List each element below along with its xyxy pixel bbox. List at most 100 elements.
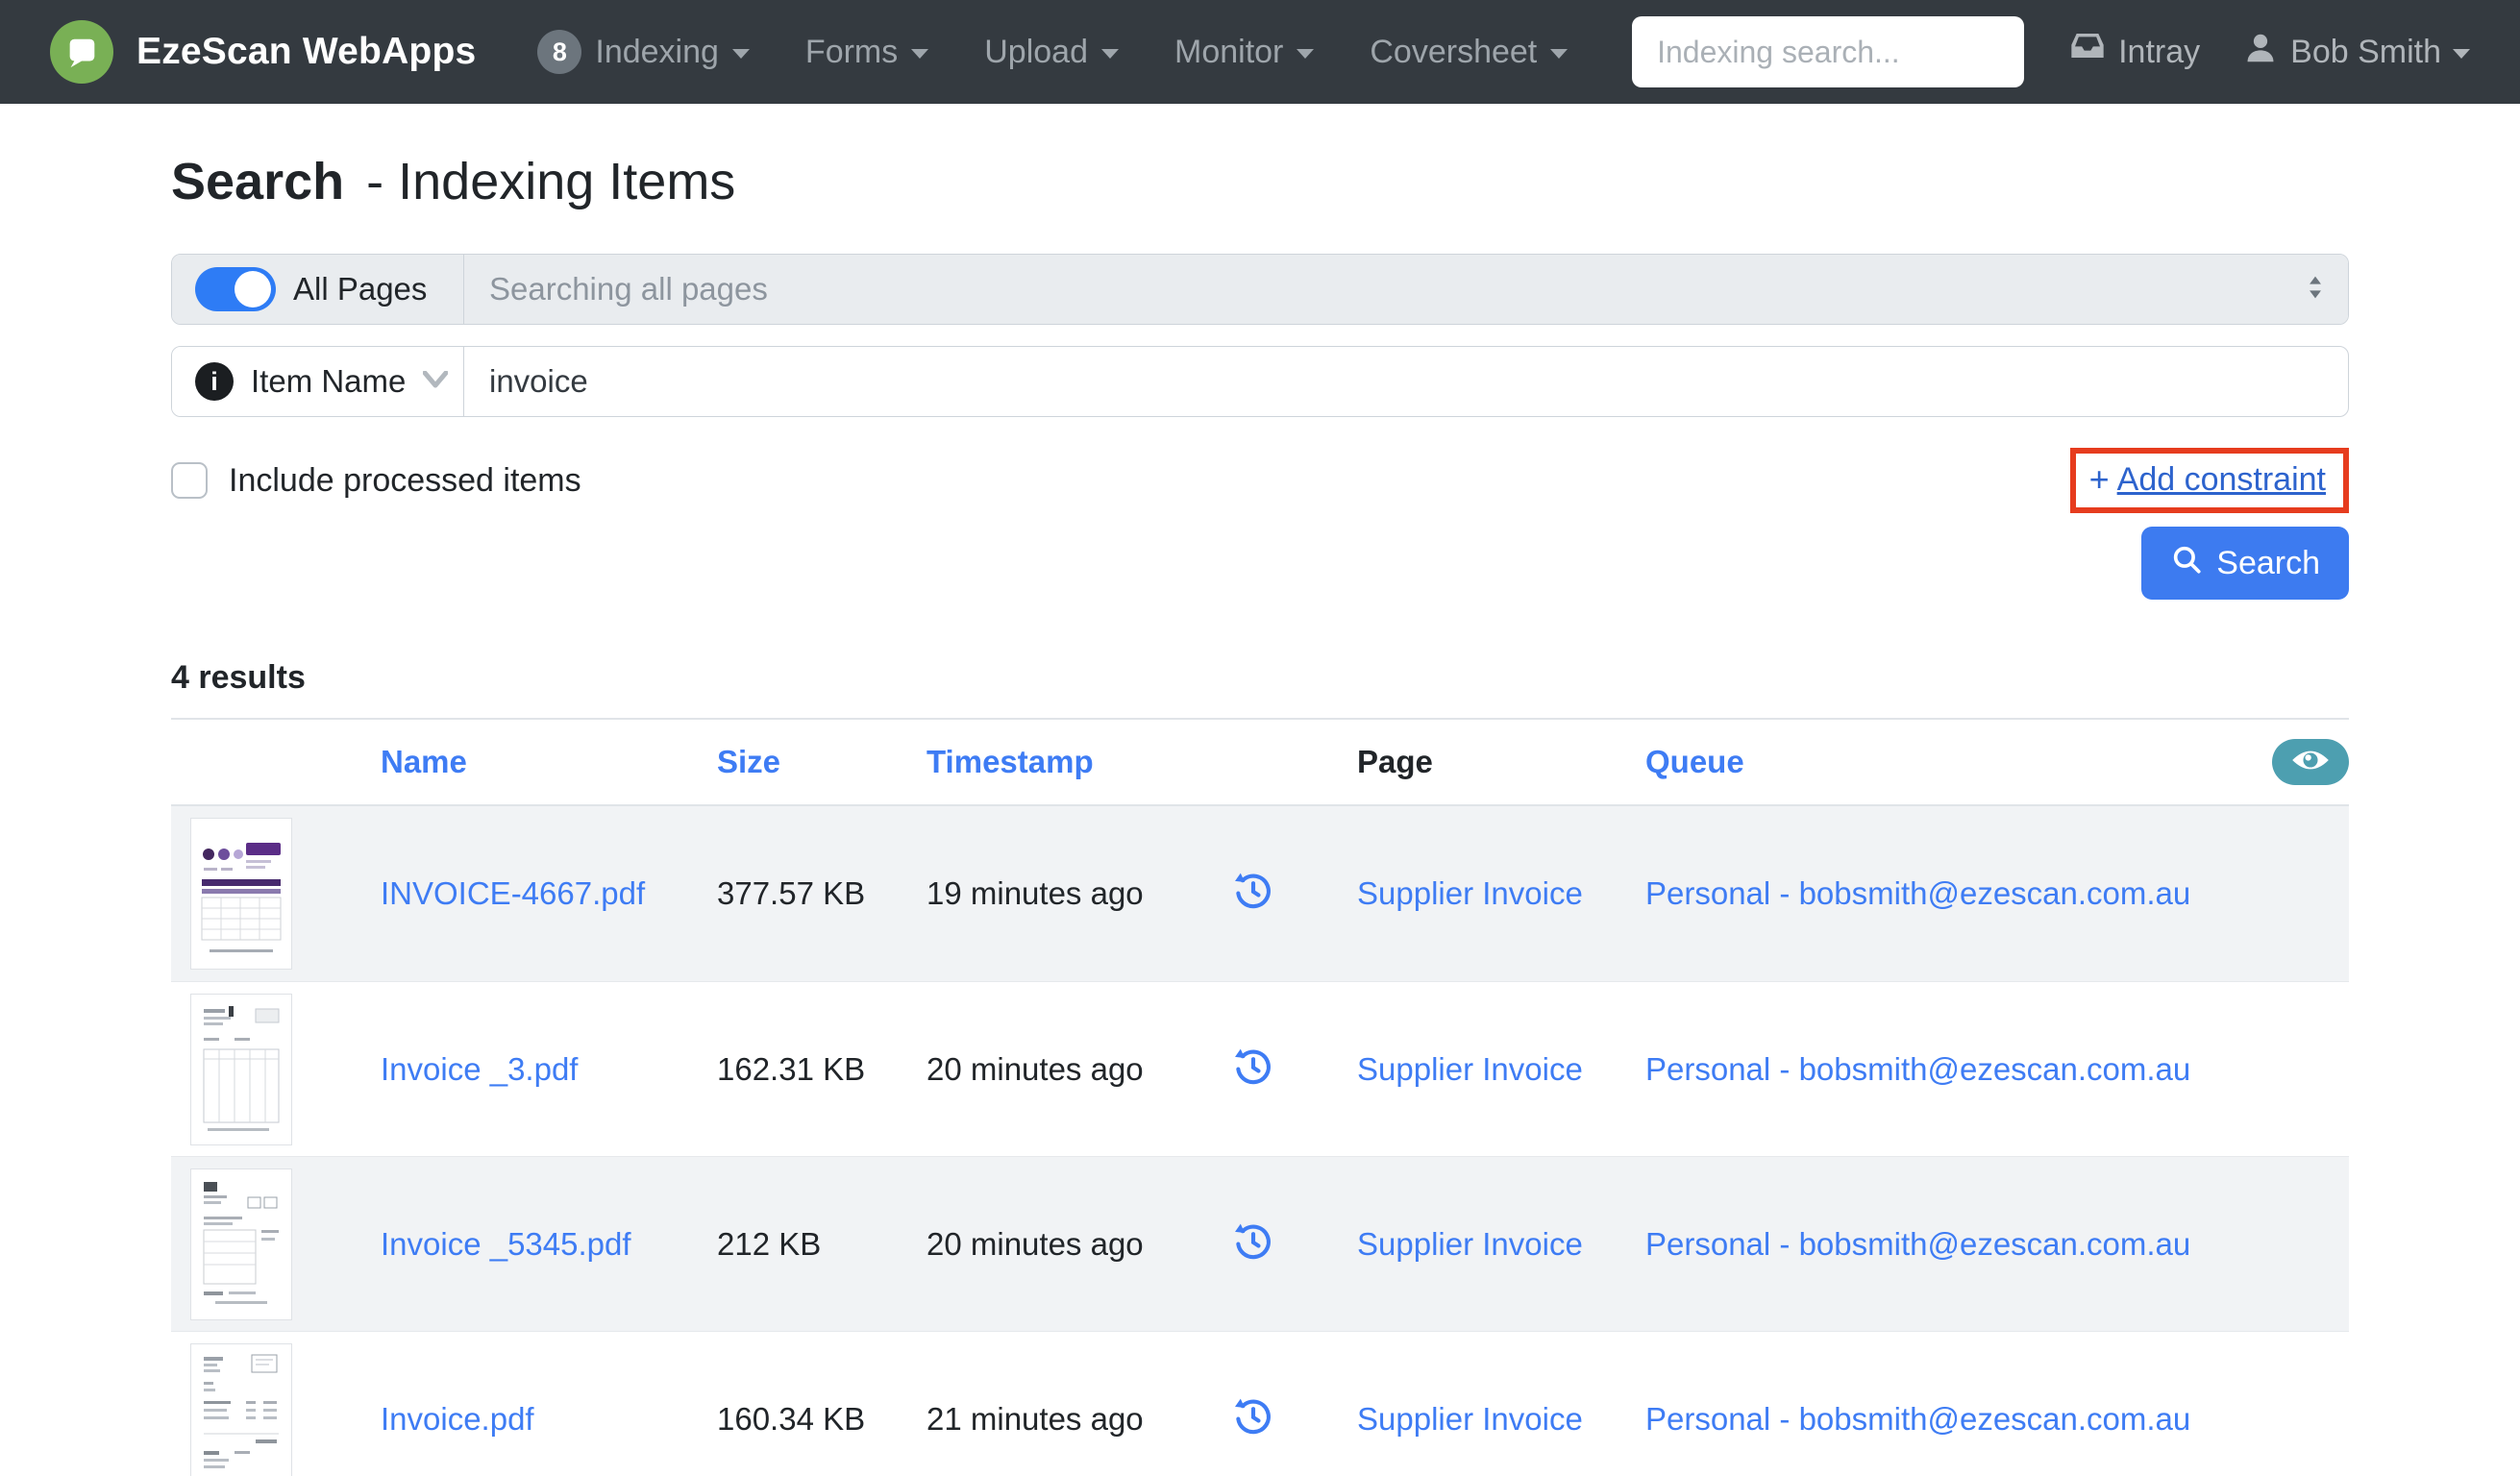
result-queue-link[interactable]: Personal - bobsmith@ezescan.com.au bbox=[1645, 1226, 2190, 1262]
include-processed-checkbox[interactable] bbox=[171, 462, 208, 499]
add-constraint-label: Add constraint bbox=[2116, 460, 2326, 498]
page-title-sub: - Indexing Items bbox=[366, 153, 736, 210]
indexing-search-input[interactable] bbox=[1632, 16, 2025, 87]
nav-item-label: Monitor bbox=[1174, 33, 1284, 70]
table-header: Name Size Timestamp Page Queue bbox=[171, 720, 2349, 806]
results-table: Name Size Timestamp Page Queue INVOICE-4… bbox=[171, 718, 2349, 1476]
result-name-link[interactable]: INVOICE-4667.pdf bbox=[381, 875, 645, 911]
page-title: Search - Indexing Items bbox=[171, 152, 2349, 211]
toggle-thumbnails-button[interactable] bbox=[2272, 739, 2349, 785]
result-queue-link[interactable]: Personal - bobsmith@ezescan.com.au bbox=[1645, 875, 2190, 911]
chevron-down-icon bbox=[731, 49, 750, 59]
chevron-down-icon bbox=[911, 49, 929, 59]
user-name: Bob Smith bbox=[2290, 33, 2441, 70]
table-row: Invoice.pdf 160.34 KB 21 minutes ago Sup… bbox=[171, 1331, 2349, 1476]
clock-history-icon[interactable] bbox=[1232, 1219, 1274, 1262]
result-name-link[interactable]: Invoice _3.pdf bbox=[381, 1051, 578, 1087]
result-timestamp: 20 minutes ago bbox=[926, 1225, 1144, 1262]
column-header-timestamp[interactable]: Timestamp bbox=[926, 744, 1232, 780]
plus-icon: + bbox=[2088, 459, 2110, 499]
brand[interactable]: EzeScan WebApps bbox=[50, 20, 476, 84]
intray-button[interactable]: Intray bbox=[2068, 29, 2200, 76]
pages-select-value: Searching all pages bbox=[489, 271, 768, 307]
nav-item-monitor[interactable]: Monitor bbox=[1174, 33, 1315, 71]
nav-item-label: Indexing bbox=[595, 33, 719, 70]
up-down-arrows-icon bbox=[2308, 275, 2323, 305]
annotation-highlight: + Add constraint bbox=[2069, 448, 2349, 513]
search-row: Search bbox=[171, 527, 2349, 600]
page-title-main: Search bbox=[171, 153, 345, 210]
all-pages-addon: All Pages bbox=[172, 255, 464, 324]
all-pages-toggle[interactable] bbox=[195, 267, 276, 311]
result-size: 212 KB bbox=[717, 1225, 822, 1262]
info-circle-icon bbox=[195, 362, 234, 401]
eye-icon bbox=[2291, 748, 2330, 777]
nav-item-label: Forms bbox=[804, 33, 899, 70]
pages-select[interactable]: Searching all pages bbox=[464, 255, 2348, 324]
inbox-icon bbox=[2068, 29, 2107, 76]
navbar: EzeScan WebApps 8 Indexing Forms Upload … bbox=[0, 0, 2520, 104]
table-body: INVOICE-4667.pdf 377.57 KB 19 minutes ag… bbox=[171, 806, 2349, 1476]
field-selector[interactable]: Item Name bbox=[172, 347, 464, 416]
result-name-link[interactable]: Invoice _5345.pdf bbox=[381, 1226, 631, 1262]
clock-history-icon[interactable] bbox=[1232, 1394, 1274, 1437]
main-nav: 8 Indexing Forms Upload Monitor Covershe… bbox=[537, 30, 1569, 74]
search-field-group: Item Name bbox=[171, 346, 2349, 417]
nav-item-upload[interactable]: Upload bbox=[984, 34, 1119, 71]
chevron-down-icon bbox=[1101, 49, 1119, 59]
toggle-knob bbox=[235, 271, 271, 308]
field-selector-label: Item Name bbox=[251, 363, 407, 399]
add-constraint-link[interactable]: + Add constraint bbox=[2089, 459, 2326, 500]
table-row: Invoice _3.pdf 162.31 KB 20 minutes ago … bbox=[171, 981, 2349, 1156]
result-queue-link[interactable]: Personal - bobsmith@ezescan.com.au bbox=[1645, 1401, 2190, 1437]
nav-item-label: Upload bbox=[984, 33, 1088, 70]
indexing-count-badge: 8 bbox=[537, 30, 582, 74]
result-timestamp: 21 minutes ago bbox=[926, 1400, 1144, 1437]
ezescan-logo-icon bbox=[50, 20, 113, 84]
options-row: Include processed items + Add constraint bbox=[171, 448, 2349, 513]
chevron-down-icon bbox=[2453, 49, 2470, 59]
intray-label: Intray bbox=[2118, 33, 2201, 70]
invoice-thumbnail[interactable] bbox=[190, 818, 292, 970]
result-queue-link[interactable]: Personal - bobsmith@ezescan.com.au bbox=[1645, 1051, 2190, 1087]
chevron-down-icon bbox=[1297, 49, 1315, 59]
search-button[interactable]: Search bbox=[2141, 527, 2349, 600]
magnifier-icon bbox=[2170, 543, 2203, 584]
all-pages-label: All Pages bbox=[293, 271, 428, 307]
nav-item-coversheet[interactable]: Coversheet bbox=[1370, 33, 1569, 71]
chevron-down-icon bbox=[1550, 49, 1569, 59]
column-header-queue[interactable]: Queue bbox=[1645, 744, 2241, 780]
navbar-utilities: Intray Bob Smith bbox=[2068, 29, 2470, 76]
search-term-input[interactable] bbox=[489, 363, 2323, 400]
person-icon bbox=[2242, 30, 2279, 75]
clock-history-icon[interactable] bbox=[1232, 1045, 1274, 1087]
pages-filter-group: All Pages Searching all pages bbox=[171, 254, 2349, 325]
invoice-thumbnail[interactable] bbox=[190, 993, 292, 1145]
include-processed-label: Include processed items bbox=[229, 461, 581, 499]
chevron-down-icon bbox=[422, 370, 449, 393]
result-page-link[interactable]: Supplier Invoice bbox=[1357, 1051, 1583, 1087]
brand-name: EzeScan WebApps bbox=[136, 31, 477, 72]
include-processed-option: Include processed items bbox=[171, 462, 581, 500]
result-timestamp: 20 minutes ago bbox=[926, 1050, 1144, 1087]
table-row: INVOICE-4667.pdf 377.57 KB 19 minutes ag… bbox=[171, 806, 2349, 981]
column-header-size[interactable]: Size bbox=[717, 744, 926, 780]
invoice-thumbnail[interactable] bbox=[190, 1342, 292, 1476]
result-page-link[interactable]: Supplier Invoice bbox=[1357, 1226, 1583, 1262]
nav-item-label: Coversheet bbox=[1370, 33, 1538, 70]
clock-history-icon[interactable] bbox=[1232, 869, 1274, 911]
results-count: 4 results bbox=[171, 659, 306, 696]
column-header-page: Page bbox=[1357, 744, 1433, 779]
nav-item-forms[interactable]: Forms bbox=[804, 33, 929, 71]
result-name-link[interactable]: Invoice.pdf bbox=[381, 1401, 534, 1437]
result-page-link[interactable]: Supplier Invoice bbox=[1357, 875, 1583, 911]
nav-item-indexing[interactable]: 8 Indexing bbox=[537, 30, 750, 74]
invoice-thumbnail[interactable] bbox=[190, 1168, 292, 1320]
search-button-label: Search bbox=[2216, 544, 2320, 581]
result-size: 160.34 KB bbox=[717, 1400, 866, 1437]
result-page-link[interactable]: Supplier Invoice bbox=[1357, 1401, 1583, 1437]
user-menu[interactable]: Bob Smith bbox=[2242, 30, 2470, 75]
column-header-name[interactable]: Name bbox=[381, 744, 717, 780]
result-size: 377.57 KB bbox=[717, 875, 866, 911]
result-size: 162.31 KB bbox=[717, 1050, 866, 1087]
